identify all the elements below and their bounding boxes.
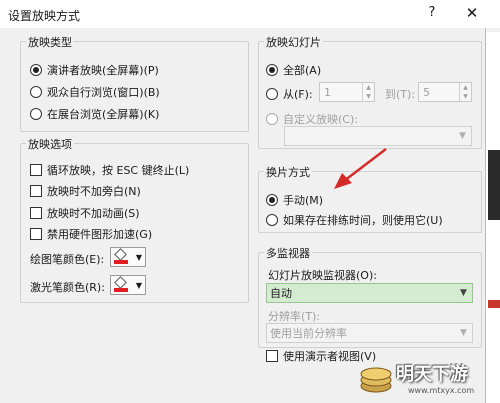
show-type-presenter[interactable]: 演讲者放映(全屏幕)(P) xyxy=(30,62,159,78)
laser-color-button[interactable]: ▼ xyxy=(110,275,146,295)
advance-legend: 换片方式 xyxy=(264,164,312,180)
advance-timings[interactable]: 如果存在排练时间，则使用它(U) xyxy=(266,212,443,228)
monitor-select-value: 自动 xyxy=(270,287,292,300)
radio-window-label: 观众自行浏览(窗口)(B) xyxy=(47,86,160,99)
advance-manual-label: 手动(M) xyxy=(283,194,324,207)
option-loop[interactable]: 循环放映，按 ESC 键终止(L) xyxy=(30,162,189,178)
radio-slides-from[interactable] xyxy=(266,88,278,100)
radio-kiosk[interactable] xyxy=(30,108,42,120)
spinner-arrows-icon[interactable]: ▲ ▼ xyxy=(362,83,374,101)
radio-kiosk-label: 在展台浏览(全屏幕)(K) xyxy=(47,108,160,121)
chevron-down-icon: ▼ xyxy=(459,131,466,141)
option-no-animation[interactable]: 放映时不加动画(S) xyxy=(30,205,140,221)
show-slides-legend: 放映幻灯片 xyxy=(264,34,323,50)
option-disable-hw-accel-label: 禁用硬件图形加速(G) xyxy=(47,228,153,241)
radio-advance-timings[interactable] xyxy=(266,214,278,226)
custom-show-select[interactable]: ▼ xyxy=(284,126,472,146)
slides-all-label: 全部(A) xyxy=(283,64,322,77)
advance-manual[interactable]: 手动(M) xyxy=(266,192,323,208)
watermark-coin-icon xyxy=(360,367,392,393)
resolution-select[interactable]: 使用当前分辨率 ▼ xyxy=(266,323,473,343)
slides-from-label: 从(F): xyxy=(283,88,313,101)
slides-from[interactable]: 从(F): xyxy=(266,86,313,102)
chevron-down-icon: ▼ xyxy=(460,328,467,338)
resolution-label: 分辨率(T): xyxy=(268,310,321,323)
monitors-legend: 多监视器 xyxy=(264,245,312,261)
dialog-title: 设置放映方式 xyxy=(8,9,81,23)
watermark: 明天下游 www.mtxyx.com xyxy=(350,350,500,403)
slides-custom[interactable]: 自定义放映(C): xyxy=(266,111,358,127)
option-loop-label: 循环放映，按 ESC 键终止(L) xyxy=(47,164,190,177)
laser-color-label: 激光笔颜色(R): xyxy=(30,281,105,294)
slides-to-value: 5 xyxy=(423,85,430,99)
chevron-down-icon: ▼ xyxy=(135,281,142,290)
help-button[interactable]: ? xyxy=(420,2,444,24)
watermark-url: www.mtxyx.com xyxy=(408,386,475,395)
chevron-down-icon: ▼ xyxy=(135,253,142,262)
option-no-narration-label: 放映时不加旁白(N) xyxy=(47,185,141,198)
checkbox-disable-hw-accel[interactable] xyxy=(30,228,42,240)
pen-color-label: 绘图笔颜色(E): xyxy=(30,253,105,266)
slides-from-spinner[interactable]: 1 ▲ ▼ xyxy=(319,82,375,102)
checkbox-presenter-view[interactable] xyxy=(266,350,278,362)
slides-to-spinner[interactable]: 5 ▲ ▼ xyxy=(418,82,472,102)
monitor-select[interactable]: 自动 ▼ xyxy=(266,283,473,303)
radio-presenter[interactable] xyxy=(30,64,42,76)
annotation-arrow-icon xyxy=(334,148,387,189)
show-type-window[interactable]: 观众自行浏览(窗口)(B) xyxy=(30,84,160,100)
background-slide-red-block xyxy=(488,300,500,308)
radio-slides-all[interactable] xyxy=(266,64,278,76)
show-options-legend: 放映选项 xyxy=(26,136,74,152)
monitor-label: 幻灯片放映监视器(O): xyxy=(268,269,377,282)
advance-timings-label: 如果存在排练时间，则使用它(U) xyxy=(283,214,443,227)
slides-custom-label: 自定义放映(C): xyxy=(283,113,358,126)
checkbox-loop[interactable] xyxy=(30,164,42,176)
watermark-text: 明天下游 xyxy=(396,364,468,385)
show-type-legend: 放映类型 xyxy=(26,34,74,50)
spinner-arrows-icon[interactable]: ▲ ▼ xyxy=(459,83,471,101)
option-disable-hw-accel[interactable]: 禁用硬件图形加速(G) xyxy=(30,226,152,242)
slides-to-label: 到(T): xyxy=(385,88,416,101)
setup-slideshow-dialog: 设置放映方式 ? ✕ 放映类型 演讲者放映(全屏幕)(P) 观众自行浏览(窗口)… xyxy=(0,0,500,403)
background-slide-dark-block xyxy=(488,150,500,220)
radio-advance-manual[interactable] xyxy=(266,194,278,206)
resolution-select-value: 使用当前分辨率 xyxy=(270,327,347,340)
checkbox-no-animation[interactable] xyxy=(30,207,42,219)
radio-window[interactable] xyxy=(30,86,42,98)
close-button[interactable]: ✕ xyxy=(460,2,484,24)
checkbox-no-narration[interactable] xyxy=(30,185,42,197)
chevron-down-icon: ▼ xyxy=(460,288,467,298)
pen-color-button[interactable]: ▼ xyxy=(110,247,146,267)
pen-color-icon xyxy=(114,248,128,264)
radio-presenter-label: 演讲者放映(全屏幕)(P) xyxy=(47,64,159,77)
radio-slides-custom[interactable] xyxy=(266,113,278,125)
option-no-animation-label: 放映时不加动画(S) xyxy=(47,207,140,220)
option-no-narration[interactable]: 放映时不加旁白(N) xyxy=(30,183,141,199)
slides-from-value: 1 xyxy=(324,85,331,99)
show-type-kiosk[interactable]: 在展台浏览(全屏幕)(K) xyxy=(30,106,159,122)
slides-all[interactable]: 全部(A) xyxy=(266,62,321,78)
laser-color-icon xyxy=(114,276,128,292)
